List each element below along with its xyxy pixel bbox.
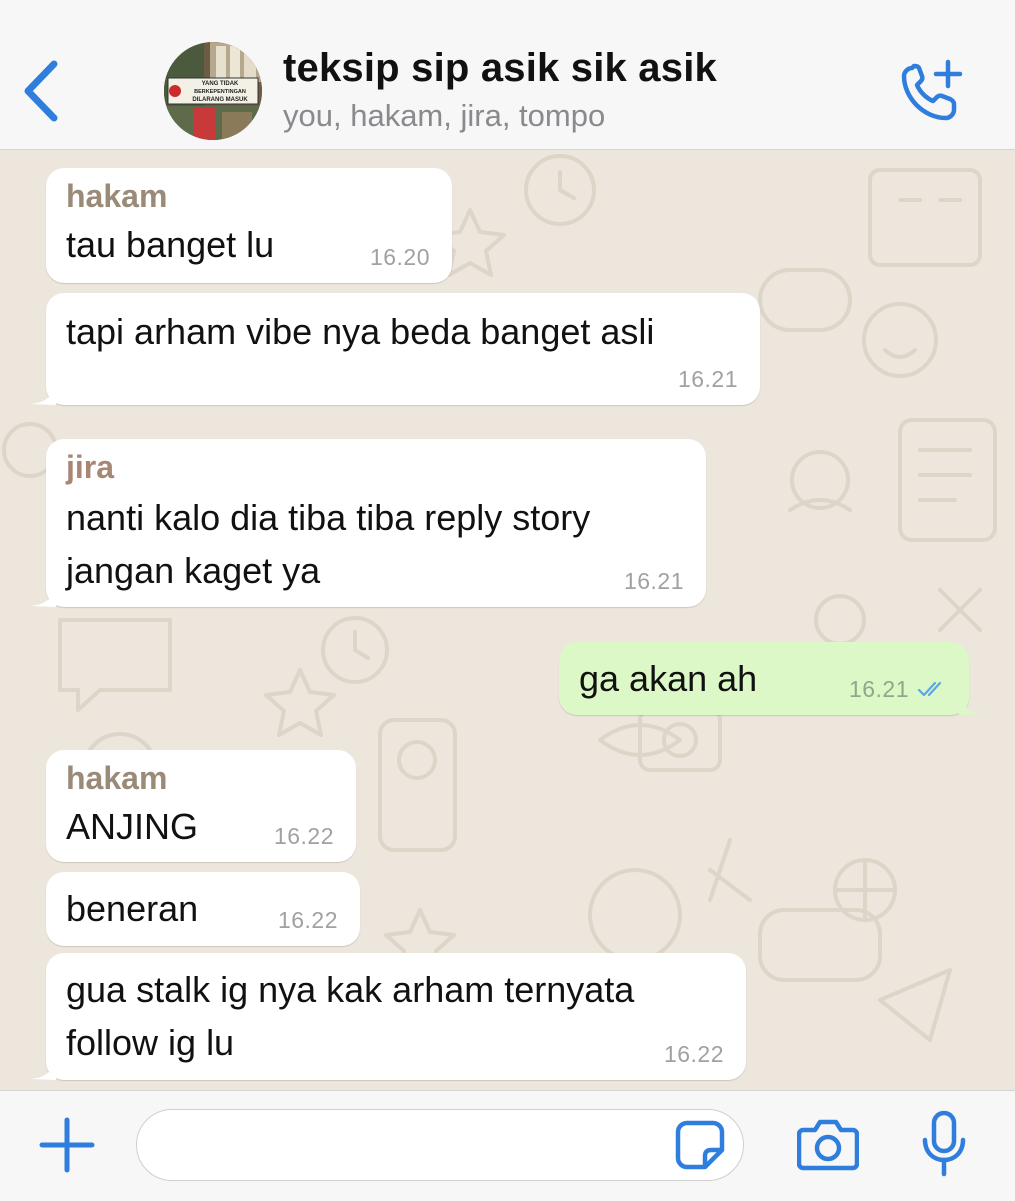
group-avatar[interactable]: YANG TIDAK BERKEPENTINGAN DILARANG MASUK bbox=[164, 42, 262, 140]
camera-icon[interactable] bbox=[797, 1116, 859, 1172]
plus-icon[interactable] bbox=[38, 1116, 96, 1174]
add-call-icon[interactable] bbox=[898, 58, 964, 124]
message-text: jangan kaget ya bbox=[66, 550, 321, 591]
message-text: follow ig lu bbox=[66, 1022, 235, 1063]
message-text: ga akan ah bbox=[579, 658, 758, 699]
avatar-photo: YANG TIDAK BERKEPENTINGAN DILARANG MASUK bbox=[164, 42, 262, 140]
message-list[interactable]: hakam tau banget lu 16.20 tapi arham vib… bbox=[0, 150, 1015, 1090]
wallpaper-doodles bbox=[2, 154, 997, 1058]
message-time: 16.21 bbox=[677, 366, 738, 392]
sticker-icon[interactable] bbox=[675, 1120, 725, 1170]
message-time: 16.22 bbox=[663, 1041, 724, 1067]
message-text: beneran bbox=[66, 888, 199, 929]
message-bubble[interactable]: jira nanti kalo dia tiba tiba reply stor… bbox=[30, 439, 706, 607]
bubble-tail bbox=[959, 693, 985, 715]
message-time: 16.21 bbox=[623, 568, 684, 594]
chat-members[interactable]: you, hakam, jira, tompo bbox=[283, 98, 605, 134]
chevron-left-icon[interactable] bbox=[20, 58, 64, 124]
message-text: ANJING bbox=[66, 806, 199, 847]
chat-title[interactable]: teksip sip asik sik asik bbox=[283, 46, 717, 91]
message-bubble[interactable]: hakam ANJING 16.22 bbox=[46, 750, 356, 862]
message-time: 16.21 bbox=[848, 676, 909, 702]
message-text: nanti kalo dia tiba tiba reply story bbox=[66, 497, 591, 538]
message-time: 16.20 bbox=[369, 244, 430, 270]
avatar-sign-line-3: DILARANG MASUK bbox=[192, 97, 248, 103]
message-bubble[interactable]: beneran 16.22 bbox=[46, 872, 360, 946]
message-bubble-outgoing[interactable]: ga akan ah 16.21 bbox=[559, 642, 985, 715]
avatar-sign-line-1: YANG TIDAK bbox=[202, 81, 239, 87]
chat-header: YANG TIDAK BERKEPENTINGAN DILARANG MASUK… bbox=[0, 0, 1015, 150]
message-bubble[interactable]: gua stalk ig nya kak arham ternyata foll… bbox=[30, 953, 746, 1080]
message-sender: jira bbox=[66, 449, 115, 485]
bubble-tail bbox=[30, 585, 56, 607]
read-ticks-icon bbox=[917, 681, 942, 697]
message-time: 16.22 bbox=[273, 823, 334, 849]
message-sender: hakam bbox=[66, 760, 168, 796]
message-sender: hakam bbox=[66, 178, 168, 214]
message-text: tapi arham vibe nya beda banget asli bbox=[66, 311, 655, 352]
message-text: gua stalk ig nya kak arham ternyata bbox=[66, 969, 635, 1010]
avatar-sign-line-2: BERKEPENTINGAN bbox=[194, 89, 246, 95]
bubble-tail bbox=[30, 1058, 56, 1080]
microphone-icon[interactable] bbox=[920, 1110, 968, 1178]
message-bubble[interactable]: hakam tau banget lu 16.20 bbox=[46, 168, 452, 283]
message-bubble[interactable]: tapi arham vibe nya beda banget asli 16.… bbox=[30, 293, 760, 405]
bubble-tail bbox=[30, 383, 56, 405]
message-input[interactable] bbox=[136, 1109, 744, 1181]
message-text: tau banget lu bbox=[66, 224, 275, 265]
message-time: 16.22 bbox=[277, 907, 338, 933]
